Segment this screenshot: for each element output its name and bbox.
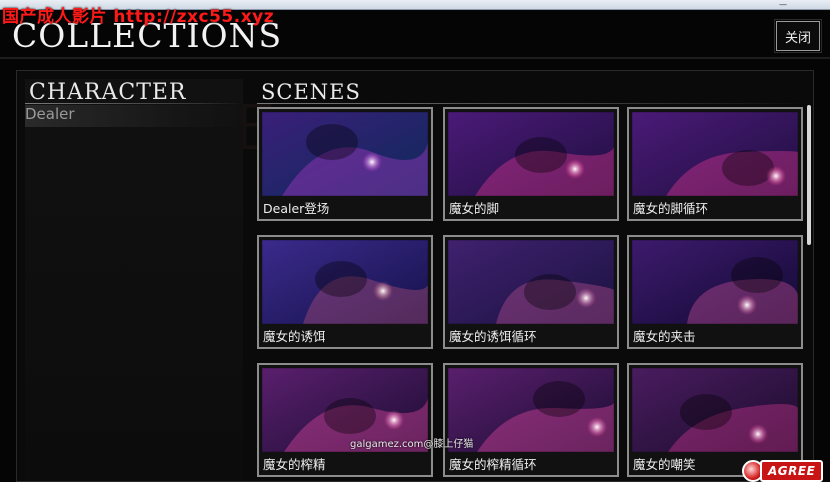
scene-label: 魔女的脚循环	[633, 201, 709, 216]
character-heading: CHARACTER	[29, 80, 187, 105]
scene-thumbnail-art	[262, 240, 428, 324]
header-divider	[0, 57, 830, 59]
agree-badge-label: AGREE	[760, 460, 824, 482]
scene-card[interactable]: 魔女的脚循环	[627, 107, 803, 221]
scenes-heading: SCENES	[261, 80, 361, 104]
scene-card[interactable]: 魔女的榨精	[257, 363, 433, 477]
character-panel: CHARACTER Dealer	[25, 79, 243, 481]
scene-label: Dealer登场	[263, 201, 330, 216]
scene-thumbnail	[448, 240, 614, 324]
scene-card[interactable]: 魔女的夹击	[627, 235, 803, 349]
minimize-button[interactable]: —	[776, 1, 790, 9]
scene-thumbnail	[262, 240, 428, 324]
scene-label: 魔女的榨精循环	[449, 457, 537, 472]
scene-thumbnail-art	[632, 240, 798, 324]
agree-badge: AGREE	[742, 458, 824, 482]
scene-thumbnail	[448, 112, 614, 196]
scene-label: 魔女的嘲笑	[633, 457, 696, 472]
scene-label: 魔女的脚	[449, 201, 500, 216]
scene-thumbnail	[632, 240, 798, 324]
scene-thumbnail-art	[448, 112, 614, 196]
scene-label: 魔女的榨精	[263, 457, 326, 472]
scene-card[interactable]: 魔女的榨精循环	[443, 363, 619, 477]
top-watermark: 国产成人影片 http://zxc55.xyz	[2, 7, 275, 27]
scene-grid: Dealer登场 魔女的脚 魔女的脚循环 魔女的诱饵 魔女的诱饵循环 魔女的夹击	[257, 107, 805, 481]
scene-thumbnail-art	[632, 368, 798, 452]
close-button[interactable]: 关闭	[774, 19, 822, 53]
scene-label: 魔女的诱饵	[263, 329, 326, 344]
scene-thumbnail-art	[448, 240, 614, 324]
character-divider	[25, 103, 243, 104]
scene-thumbnail	[632, 112, 798, 196]
scene-card[interactable]: 魔女的脚	[443, 107, 619, 221]
scenes-scrollbar[interactable]	[807, 105, 811, 245]
site-watermark: galgamez.com@膝上仔猫	[350, 439, 474, 450]
scene-thumbnail-art	[632, 112, 798, 196]
scene-thumbnail	[632, 368, 798, 452]
scene-card[interactable]: 魔女的诱饵循环	[443, 235, 619, 349]
collections-screen: COLLECTIONS 关闭 UNDE CHARACTER Dealer SCE…	[0, 10, 830, 482]
scene-thumbnail	[262, 112, 428, 196]
scene-card[interactable]: Dealer登场	[257, 107, 433, 221]
scenes-divider	[257, 103, 807, 104]
character-item-dealer[interactable]: Dealer	[25, 105, 243, 127]
scene-label: 魔女的诱饵循环	[449, 329, 537, 344]
scene-card[interactable]: 魔女的诱饵	[257, 235, 433, 349]
scene-label: 魔女的夹击	[633, 329, 696, 344]
scene-thumbnail-art	[262, 112, 428, 196]
collections-frame: UNDE CHARACTER Dealer SCENES Dealer登场 魔女…	[16, 70, 814, 482]
